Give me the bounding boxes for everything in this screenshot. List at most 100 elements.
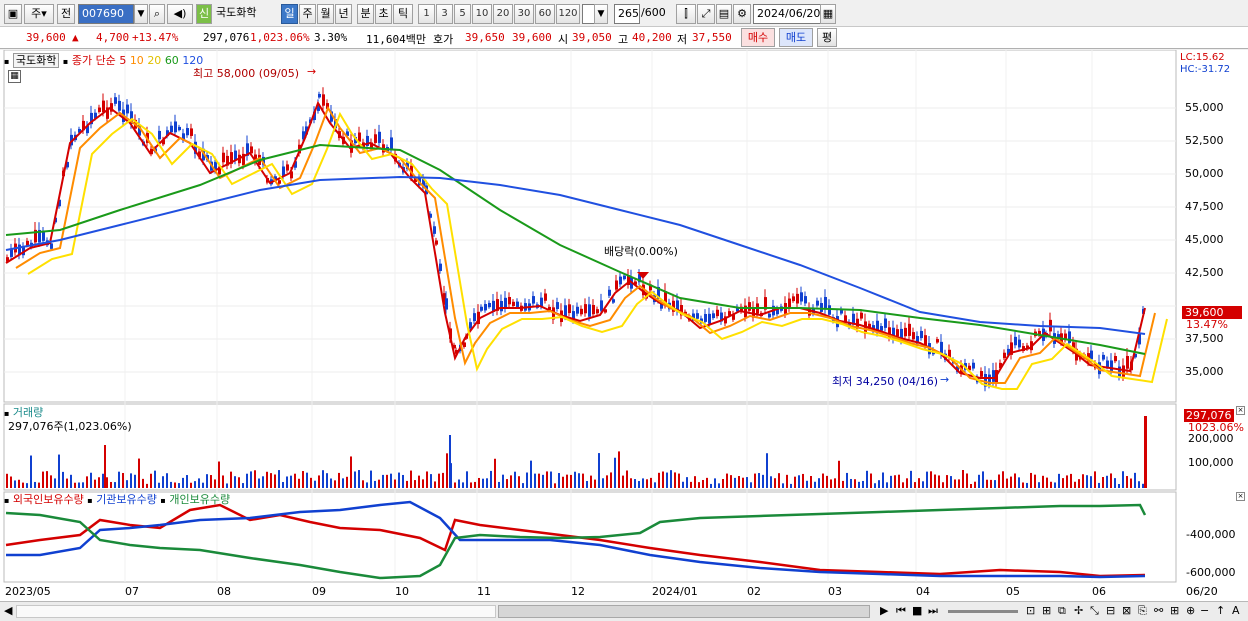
- num-button-5[interactable]: 5: [454, 4, 471, 24]
- volume-bar: [418, 475, 420, 488]
- line-tool-icon[interactable]: ⤢: [697, 4, 715, 24]
- scrollbar-thumb[interactable]: [498, 605, 870, 618]
- search-icon[interactable]: ⌕: [149, 4, 165, 24]
- window-icon[interactable]: ⧉: [1058, 604, 1066, 618]
- tab-tick[interactable]: 틱: [393, 4, 413, 24]
- candle-body: [278, 180, 281, 184]
- open-price: 39,050: [572, 31, 612, 44]
- close-icon[interactable]: ×: [1236, 492, 1245, 501]
- gear-icon[interactable]: ⚙: [733, 4, 751, 24]
- volume-bar: [34, 481, 36, 488]
- save-icon[interactable]: ▤: [716, 4, 732, 24]
- candle-body: [102, 100, 105, 113]
- scroll-left-icon[interactable]: ◀: [4, 604, 12, 617]
- close-icon[interactable]: ×: [1236, 406, 1245, 415]
- table-icon[interactable]: ▦: [8, 70, 21, 83]
- eval-button[interactable]: 평: [817, 28, 837, 47]
- volume-bar: [318, 475, 320, 488]
- candle-body: [480, 306, 483, 311]
- candle-body: [884, 318, 887, 328]
- num-button-20[interactable]: 20: [493, 4, 513, 24]
- up-arrow-icon: ▲: [72, 31, 79, 44]
- volume-bar: [186, 475, 188, 488]
- split-icon[interactable]: ⊟: [1106, 604, 1115, 617]
- scale-icon[interactable]: ↑: [1216, 604, 1225, 617]
- candle-body: [804, 296, 807, 304]
- volume-bar: [104, 445, 106, 488]
- num-button-60[interactable]: 60: [535, 4, 555, 24]
- zoom-out-icon[interactable]: −: [1200, 604, 1209, 617]
- candle-body: [564, 305, 567, 317]
- num-button-120[interactable]: 120: [556, 4, 580, 24]
- ma-label[interactable]: 종가 단순: [72, 54, 116, 67]
- count-input[interactable]: 265: [614, 4, 640, 24]
- low-label: 저: [677, 33, 688, 46]
- period-select[interactable]: 주▾: [24, 4, 54, 24]
- num-button-10[interactable]: 10: [472, 4, 492, 24]
- num-button-1[interactable]: 1: [418, 4, 435, 24]
- volume-bar: [994, 480, 996, 488]
- crosshair-icon[interactable]: ✢: [1074, 604, 1083, 617]
- chart-area[interactable]: ▪ 국도화학 ▪ 종가 단순 5 10 20 60 120 ▦ 최고 58,00…: [0, 50, 1248, 601]
- tab-second[interactable]: 초: [375, 4, 392, 24]
- volume-bar: [822, 473, 824, 488]
- individual-label[interactable]: 개인보유수량: [169, 493, 230, 506]
- link-icon[interactable]: ⚯: [1154, 604, 1163, 617]
- vol-ratio: 1,023.06%: [250, 31, 310, 44]
- prev-button[interactable]: 전: [57, 4, 75, 24]
- panel-icon: ▪: [4, 496, 10, 505]
- scrollbar-track[interactable]: [16, 605, 496, 618]
- speaker-icon[interactable]: ◀): [167, 4, 193, 24]
- institution-label[interactable]: 기관보유수량: [96, 493, 157, 506]
- stock-label[interactable]: 국도화학: [12, 53, 60, 68]
- date-input[interactable]: 2024/06/20: [753, 4, 821, 24]
- volume-bar: [986, 479, 988, 488]
- volume-bar: [446, 453, 448, 488]
- draw-icon[interactable]: ⤡: [1090, 604, 1099, 618]
- candle-body: [488, 302, 491, 308]
- volume-bar: [950, 476, 952, 488]
- candle-body: [615, 280, 618, 290]
- export-icon[interactable]: ⎘: [1138, 604, 1147, 618]
- num-button-3[interactable]: 3: [436, 4, 453, 24]
- tab-month[interactable]: 월: [317, 4, 334, 24]
- candle-icon[interactable]: ⫿: [676, 4, 696, 24]
- tab-minute[interactable]: 분: [357, 4, 374, 24]
- foreign-label[interactable]: 외국인보유수량: [13, 493, 84, 506]
- x-tick: 06: [1092, 585, 1106, 598]
- custom-dropdown-icon[interactable]: ▼: [594, 4, 608, 24]
- tab-day[interactable]: 일: [281, 4, 298, 24]
- code-dropdown-icon[interactable]: ▼: [134, 4, 148, 24]
- volume-bar: [634, 479, 636, 488]
- window-icon[interactable]: ▣: [4, 4, 22, 24]
- volume-bar: [710, 483, 712, 488]
- candle-body: [860, 312, 863, 319]
- volume-bar: [914, 482, 916, 488]
- tab-week[interactable]: 주: [299, 4, 316, 24]
- stop-icon[interactable]: ■: [912, 604, 922, 617]
- num-button-30[interactable]: 30: [514, 4, 534, 24]
- text-icon[interactable]: A: [1232, 604, 1240, 617]
- div-note: 배당락(0.00%): [604, 245, 678, 258]
- layout-icon[interactable]: ⊞: [1042, 604, 1051, 617]
- grid-icon[interactable]: ⊞: [1170, 604, 1179, 617]
- first-icon[interactable]: ⏮: [896, 604, 906, 618]
- volume-bar: [250, 471, 252, 488]
- last-icon[interactable]: ⏭: [928, 604, 938, 618]
- candle-body: [904, 327, 907, 337]
- zoom-icon[interactable]: ⊡: [1026, 604, 1035, 617]
- volume-bar: [338, 472, 340, 488]
- buy-button[interactable]: 매수: [741, 28, 775, 47]
- volume-bar: [1074, 481, 1076, 488]
- volume-bar: [470, 482, 472, 488]
- code-input[interactable]: 007690: [78, 4, 134, 24]
- candle-body: [936, 339, 939, 343]
- zoom-in-icon[interactable]: ⊕: [1186, 604, 1195, 617]
- scroll-right-icon[interactable]: ▶: [880, 604, 888, 617]
- sell-button[interactable]: 매도: [779, 28, 813, 47]
- tab-year[interactable]: 년: [335, 4, 352, 24]
- zoom-slider[interactable]: [948, 610, 1018, 613]
- volume-bar: [846, 472, 848, 488]
- lock-icon[interactable]: ⊠: [1122, 604, 1131, 617]
- calendar-icon[interactable]: ▦: [820, 4, 836, 24]
